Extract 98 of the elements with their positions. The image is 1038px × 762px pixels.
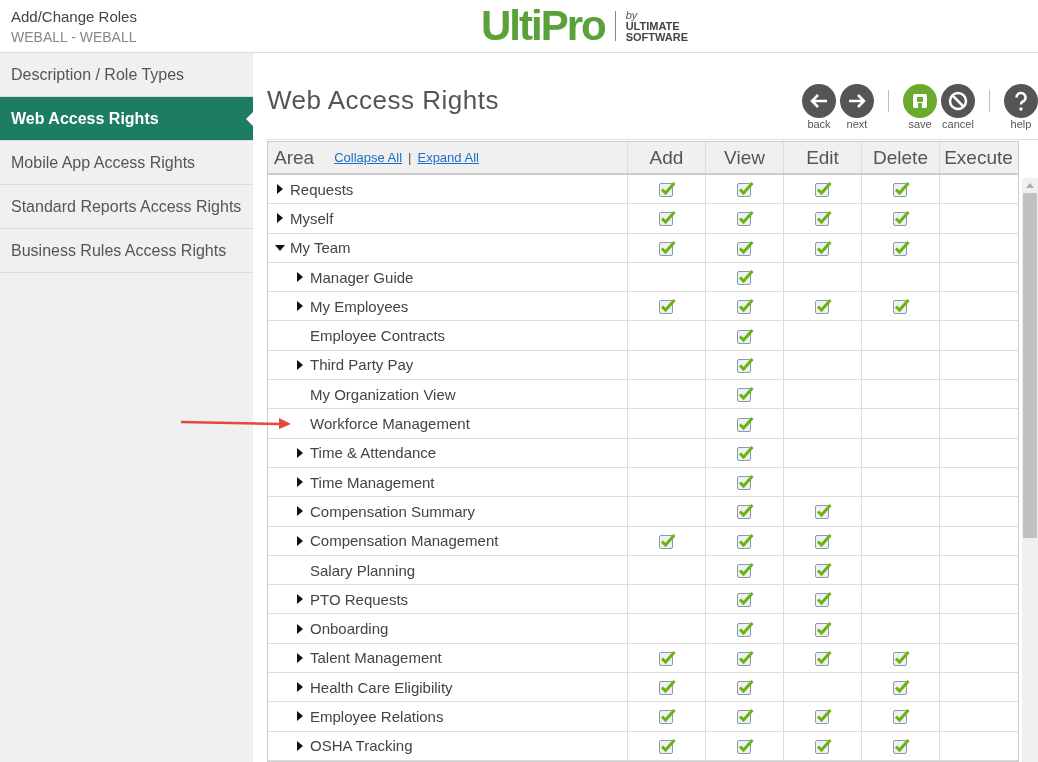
area-name: OSHA Tracking bbox=[310, 737, 413, 755]
checkbox[interactable] bbox=[735, 355, 754, 374]
checkbox[interactable] bbox=[657, 180, 676, 199]
checkbox[interactable] bbox=[735, 443, 754, 462]
checkbox[interactable] bbox=[735, 268, 754, 287]
checkbox[interactable] bbox=[735, 180, 754, 199]
area-name: Myself bbox=[290, 209, 334, 227]
checkbox[interactable] bbox=[735, 619, 754, 638]
area-name: Manager Guide bbox=[310, 268, 414, 286]
save-icon bbox=[903, 84, 937, 118]
section-title: Web Access Rights bbox=[267, 84, 499, 116]
checkbox[interactable] bbox=[735, 473, 754, 492]
column-header: Add bbox=[627, 142, 705, 173]
expand-all-link[interactable]: Expand All bbox=[417, 150, 479, 165]
area-name: Talent Management bbox=[310, 649, 442, 667]
area-name: Employee Contracts bbox=[310, 327, 446, 345]
logo-company-text: ULTIMATE bbox=[625, 20, 681, 32]
checkbox[interactable] bbox=[735, 707, 754, 726]
checkbox[interactable] bbox=[813, 238, 832, 257]
area-name: PTO Requests bbox=[310, 590, 409, 608]
area-name: Salary Planning bbox=[310, 561, 416, 579]
checkbox[interactable] bbox=[813, 531, 832, 550]
checkbox[interactable] bbox=[657, 678, 676, 697]
column-header: View bbox=[705, 142, 783, 173]
checkbox[interactable] bbox=[657, 648, 676, 667]
checkbox[interactable] bbox=[813, 561, 832, 579]
checkbox[interactable] bbox=[735, 648, 754, 667]
back-button[interactable]: back bbox=[802, 84, 836, 130]
sidebar-item[interactable]: Mobile App Access Rights bbox=[0, 141, 253, 185]
checkbox[interactable] bbox=[735, 502, 754, 521]
area-name: My Employees bbox=[310, 297, 409, 315]
checkbox[interactable] bbox=[891, 678, 910, 697]
column-header: Execute bbox=[939, 142, 1017, 173]
checkbox[interactable] bbox=[813, 297, 832, 316]
column-header: Edit bbox=[783, 142, 861, 173]
area-name: Compensation Management bbox=[310, 532, 499, 550]
area-name: Employee Relations bbox=[310, 708, 444, 725]
area-name: My Organization View bbox=[310, 385, 456, 403]
checkbox[interactable] bbox=[735, 736, 754, 755]
checkbox[interactable] bbox=[891, 180, 910, 199]
checkbox[interactable] bbox=[891, 648, 910, 667]
logo-by-text: by bbox=[625, 9, 638, 21]
next-button[interactable]: next bbox=[840, 84, 874, 130]
checkbox[interactable] bbox=[657, 209, 676, 228]
role-name: WEBALL - WEBALL bbox=[11, 28, 138, 45]
page-heading: Add/Change Roles bbox=[11, 7, 138, 25]
checkbox[interactable] bbox=[813, 502, 832, 521]
area-name: My Team bbox=[290, 239, 351, 257]
sidebar-item[interactable]: Standard Reports Access Rights bbox=[0, 185, 253, 229]
checkbox[interactable] bbox=[735, 590, 754, 609]
checkbox[interactable] bbox=[891, 707, 910, 726]
area-name: Time & Attendance bbox=[310, 444, 437, 462]
sidebar-item[interactable]: Business Rules Access Rights bbox=[0, 229, 253, 273]
checkbox[interactable] bbox=[735, 209, 754, 228]
checkbox[interactable] bbox=[813, 736, 832, 755]
logo-wordmark: UltiPro bbox=[481, 2, 605, 50]
area-name: Onboarding bbox=[310, 620, 389, 638]
checkbox[interactable] bbox=[735, 561, 754, 579]
sidebar-item[interactable]: Web Access Rights bbox=[0, 97, 253, 141]
cancel-icon bbox=[941, 84, 975, 118]
checkbox[interactable] bbox=[891, 209, 910, 228]
checkbox[interactable] bbox=[735, 326, 754, 345]
checkbox[interactable] bbox=[657, 297, 676, 316]
column-header: Area bbox=[274, 146, 315, 169]
area-name: Health Care Eligibility bbox=[310, 678, 453, 696]
checkbox[interactable] bbox=[891, 297, 910, 316]
save-button[interactable]: save bbox=[903, 84, 937, 130]
area-name: Third Party Pay bbox=[310, 356, 414, 374]
checkbox[interactable] bbox=[657, 736, 676, 755]
scroll-up-icon[interactable] bbox=[1025, 181, 1035, 189]
help-button[interactable]: help bbox=[1004, 84, 1038, 130]
area-name: Workforce Management bbox=[310, 415, 470, 432]
checkbox[interactable] bbox=[735, 531, 754, 550]
logo-company-text: SOFTWARE bbox=[625, 31, 688, 43]
collapse-all-link[interactable]: Collapse All bbox=[334, 150, 403, 165]
cancel-button[interactable]: cancel bbox=[941, 84, 975, 130]
checkbox[interactable] bbox=[813, 209, 832, 228]
area-name: Compensation Summary bbox=[310, 502, 476, 520]
checkbox[interactable] bbox=[813, 707, 832, 726]
checkbox[interactable] bbox=[735, 678, 754, 697]
checkbox[interactable] bbox=[813, 619, 832, 638]
checkbox[interactable] bbox=[813, 648, 832, 667]
checkbox[interactable] bbox=[657, 707, 676, 726]
checkbox[interactable] bbox=[735, 238, 754, 257]
column-header: Delete bbox=[861, 142, 939, 173]
checkbox[interactable] bbox=[735, 414, 754, 433]
area-name: Requests bbox=[290, 180, 354, 198]
checkbox[interactable] bbox=[813, 590, 832, 609]
checkbox[interactable] bbox=[891, 736, 910, 755]
checkbox[interactable] bbox=[735, 297, 754, 316]
scrollbar[interactable] bbox=[1022, 178, 1038, 762]
link-separator: | bbox=[408, 150, 412, 165]
checkbox[interactable] bbox=[813, 180, 832, 199]
checkbox[interactable] bbox=[891, 238, 910, 257]
checkbox[interactable] bbox=[657, 238, 676, 257]
checkbox[interactable] bbox=[657, 531, 676, 550]
checkbox[interactable] bbox=[735, 385, 754, 404]
area-name: Time Management bbox=[310, 473, 435, 491]
